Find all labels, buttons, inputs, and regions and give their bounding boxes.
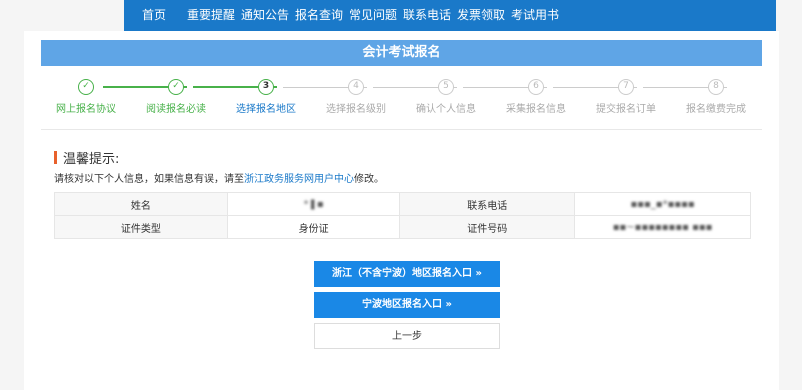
- id-number-label: 证件号码: [399, 215, 576, 239]
- step-label: 网上报名协议: [56, 104, 116, 115]
- nav-registration-query[interactable]: 报名查询: [292, 0, 346, 31]
- name-value: *❚▪: [226, 192, 401, 216]
- previous-step-button[interactable]: 上一步: [314, 323, 500, 349]
- step-number: 6: [528, 79, 544, 95]
- step-label: 选择报名级别: [326, 104, 386, 115]
- personal-info-table: 姓名 *❚▪ 联系电话 ▪▪▪_▪*▪▪▪▪ 证件类型 身份证 证件号码 ▪▪~…: [54, 192, 751, 239]
- nav-exam-books[interactable]: 考试用书: [508, 0, 562, 31]
- divider: [41, 129, 762, 130]
- nav-important-reminder[interactable]: 重要提醒: [184, 0, 238, 31]
- check-icon: ✓: [168, 79, 184, 95]
- user-center-link[interactable]: 浙江政务服务网用户中心: [244, 174, 354, 185]
- id-type-value: 身份证: [226, 215, 401, 239]
- step-label: 提交报名订单: [596, 104, 656, 115]
- step-number: 8: [708, 79, 724, 95]
- accent-bar-icon: [54, 151, 57, 164]
- nav-home[interactable]: 首页: [124, 0, 184, 31]
- id-type-label: 证件类型: [54, 215, 228, 239]
- table-row: 证件类型 身份证 证件号码 ▪▪~▪▪▪▪▪▪▪▪ ▪▪▪: [54, 215, 751, 239]
- table-row: 姓名 *❚▪ 联系电话 ▪▪▪_▪*▪▪▪▪: [54, 192, 751, 216]
- name-label: 姓名: [54, 192, 228, 216]
- nav-contact-phone[interactable]: 联系电话: [400, 0, 454, 31]
- zhejiang-entry-button[interactable]: 浙江（不含宁波）地区报名入口 »: [314, 261, 500, 287]
- main-content: 会计考试报名 ✓ 网上报名协议 ✓ 阅读报名必读 3 选择报名地区 4 选择报名…: [24, 31, 779, 390]
- id-number-value-text: ▪▪~▪▪▪▪▪▪▪▪ ▪▪▪: [612, 221, 713, 233]
- name-value-text: *❚▪: [303, 198, 324, 210]
- id-number-value: ▪▪~▪▪▪▪▪▪▪▪ ▪▪▪: [574, 215, 751, 239]
- nav-faq[interactable]: 常见问题: [346, 0, 400, 31]
- top-navigation: 首页 重要提醒 通知公告 报名查询 常见问题 联系电话 发票领取 考试用书: [0, 0, 802, 31]
- step-label: 阅读报名必读: [146, 104, 206, 115]
- tip-text-after: 修改。: [354, 174, 384, 185]
- step-number: 4: [348, 79, 364, 95]
- tip-heading-text: 温馨提示:: [63, 152, 120, 167]
- step-number: 3: [258, 79, 274, 95]
- phone-value-text: ▪▪▪_▪*▪▪▪▪: [630, 198, 695, 210]
- check-icon: ✓: [78, 79, 94, 95]
- step-label: 报名缴费完成: [686, 104, 746, 115]
- nav-bar: 首页 重要提醒 通知公告 报名查询 常见问题 联系电话 发票领取 考试用书: [124, 0, 776, 31]
- phone-label: 联系电话: [399, 192, 576, 216]
- step-number: 5: [438, 79, 454, 95]
- step-label: 采集报名信息: [506, 104, 566, 115]
- tip-text-before: 请核对以下个人信息，如果信息有误，请至: [54, 174, 244, 185]
- nav-invoice[interactable]: 发票领取: [454, 0, 508, 31]
- progress-steps: ✓ 网上报名协议 ✓ 阅读报名必读 3 选择报名地区 4 选择报名级别 5 确认…: [41, 79, 762, 115]
- phone-value: ▪▪▪_▪*▪▪▪▪: [574, 192, 751, 216]
- step-label: 选择报名地区: [236, 104, 296, 115]
- nav-notices[interactable]: 通知公告: [238, 0, 292, 31]
- tip-heading: 温馨提示:: [54, 148, 119, 167]
- step-label: 确认个人信息: [416, 104, 476, 115]
- page-title: 会计考试报名: [41, 40, 762, 66]
- ningbo-entry-button[interactable]: 宁波地区报名入口 »: [314, 292, 500, 318]
- tip-text: 请核对以下个人信息，如果信息有误，请至浙江政务服务网用户中心修改。: [54, 170, 384, 185]
- step-number: 7: [618, 79, 634, 95]
